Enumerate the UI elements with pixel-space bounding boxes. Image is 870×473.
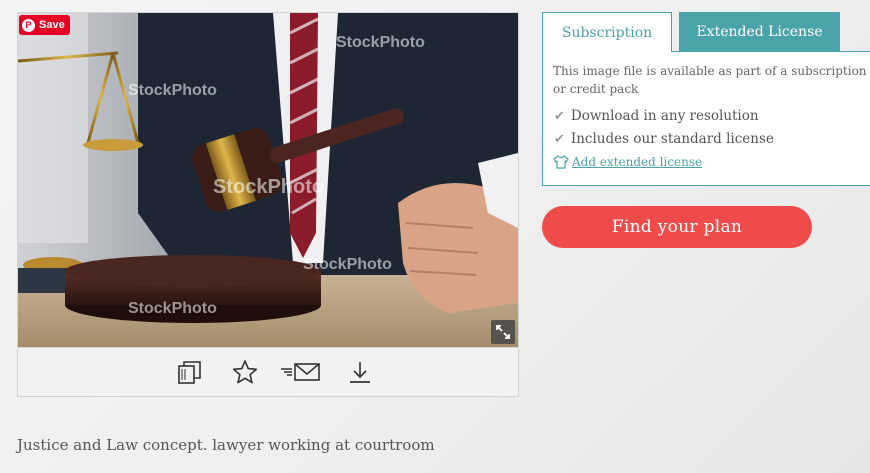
photo-illustration: StockPhoto StockPhoto StockPhoto StockPh… <box>18 13 518 347</box>
download-button[interactable] <box>346 358 374 386</box>
feature-item: ✔ Includes our standard license <box>554 131 774 147</box>
expand-button[interactable] <box>491 320 515 344</box>
tab-extended-license[interactable]: Extended License <box>679 12 840 52</box>
save-label: Save <box>39 19 65 31</box>
feature-label: Includes our standard license <box>570 131 774 147</box>
tshirt-icon <box>553 155 569 169</box>
add-extended-license-label: Add extended license <box>572 155 703 169</box>
check-icon: ✔ <box>554 108 565 124</box>
svg-text:StockPhoto: StockPhoto <box>128 300 217 317</box>
feature-item: ✔ Download in any resolution <box>554 108 759 124</box>
find-your-plan-button[interactable]: Find your plan <box>542 206 812 248</box>
subscription-description: This image file is available as part of … <box>553 64 867 96</box>
similar-images-button[interactable] <box>176 358 204 386</box>
check-icon: ✔ <box>554 131 565 147</box>
svg-text:StockPhoto: StockPhoto <box>213 176 324 198</box>
pinterest-icon: P <box>22 18 35 32</box>
feature-label: Download in any resolution <box>570 108 759 124</box>
svg-text:StockPhoto: StockPhoto <box>128 82 217 99</box>
share-email-button[interactable] <box>279 358 321 386</box>
stock-photo[interactable]: StockPhoto StockPhoto StockPhoto StockPh… <box>18 13 518 347</box>
email-icon <box>281 363 320 381</box>
tab-subscription[interactable]: Subscription <box>542 12 672 52</box>
image-card: StockPhoto StockPhoto StockPhoto StockPh… <box>17 12 519 397</box>
copy-icon <box>178 361 201 384</box>
expand-icon <box>496 325 510 339</box>
star-icon <box>232 360 258 384</box>
add-extended-license-link[interactable]: Add extended license <box>553 155 702 169</box>
license-panel: Subscription Extended License This image… <box>542 12 870 186</box>
image-caption: Justice and Law concept. lawyer working … <box>17 436 435 454</box>
svg-text:StockPhoto: StockPhoto <box>336 34 425 51</box>
pinterest-save-button[interactable]: P Save <box>19 15 70 35</box>
svg-text:StockPhoto: StockPhoto <box>303 256 392 273</box>
image-actions-bar <box>18 347 518 396</box>
favorite-button[interactable] <box>231 358 259 386</box>
subscription-panel-body: This image file is available as part of … <box>542 51 870 186</box>
download-icon <box>350 362 370 383</box>
